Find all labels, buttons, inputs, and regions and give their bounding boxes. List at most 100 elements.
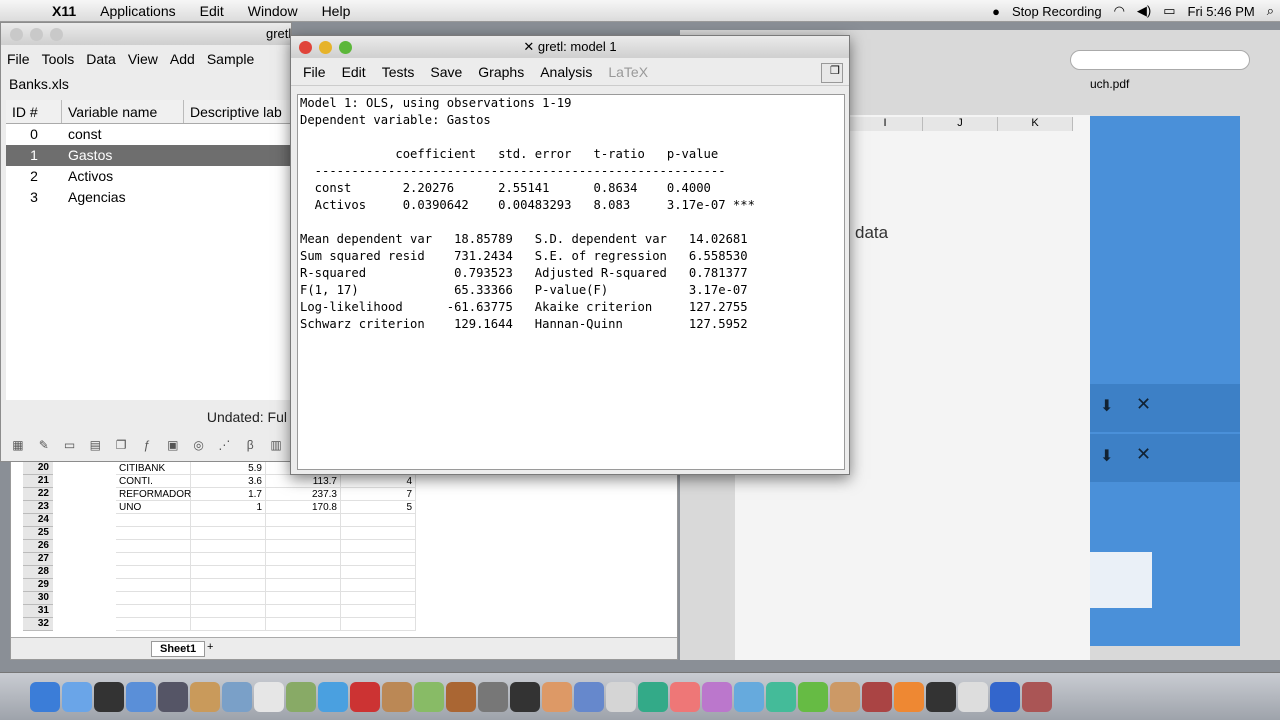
menu-help[interactable]: Help xyxy=(310,3,363,19)
sheet-cell[interactable] xyxy=(266,514,341,527)
sheet-cell[interactable] xyxy=(116,514,191,527)
add-sheet-icon[interactable]: + xyxy=(207,641,213,653)
row-header[interactable]: 20 xyxy=(23,462,53,475)
dock-app-icon[interactable] xyxy=(446,681,476,712)
dock-app-icon[interactable] xyxy=(30,681,60,712)
dock-app-icon[interactable] xyxy=(158,681,188,712)
dock-app-icon[interactable] xyxy=(350,681,380,712)
model-menu-tests[interactable]: Tests xyxy=(374,64,423,80)
sheet-cell[interactable] xyxy=(191,527,266,540)
dock-app-icon[interactable] xyxy=(926,681,956,712)
sheet-cell[interactable] xyxy=(341,527,416,540)
dock-app-icon[interactable] xyxy=(638,681,668,712)
pdf-icon[interactable]: ▣ xyxy=(162,438,184,456)
sheet-cell[interactable] xyxy=(341,514,416,527)
dock-app-icon[interactable] xyxy=(574,681,604,712)
column-header-k[interactable]: K xyxy=(998,117,1073,131)
sheet-tab[interactable]: Sheet1 xyxy=(151,641,206,657)
model-menu-file[interactable]: File xyxy=(295,64,334,80)
model-menu-analysis[interactable]: Analysis xyxy=(532,64,600,80)
zoom-button[interactable] xyxy=(339,41,352,54)
model-titlebar[interactable]: ✕ gretl: model 1 xyxy=(291,36,849,58)
stop-recording-icon[interactable]: ● xyxy=(986,4,1006,19)
column-header-i[interactable]: I xyxy=(848,117,923,131)
row-header[interactable]: 21 xyxy=(23,475,53,488)
model-menu-graphs[interactable]: Graphs xyxy=(470,64,532,80)
volume-icon[interactable]: ◀) xyxy=(1131,3,1157,19)
dock-app-icon[interactable] xyxy=(94,681,124,712)
sheet-cell[interactable]: 1.7 xyxy=(191,488,266,501)
beta-icon[interactable]: β xyxy=(239,438,261,456)
menu-applications[interactable]: Applications xyxy=(88,3,188,19)
minimize-button[interactable] xyxy=(319,41,332,54)
dock-app-icon[interactable] xyxy=(670,681,700,712)
sheet-cell[interactable] xyxy=(341,540,416,553)
dock-app-icon[interactable] xyxy=(126,681,156,712)
dock-app-icon[interactable] xyxy=(990,681,1020,712)
sheet-cell[interactable]: 5.9 xyxy=(191,462,266,475)
model-output[interactable]: Model 1: OLS, using observations 1-19 Dep… xyxy=(297,94,845,470)
row-header[interactable]: 22 xyxy=(23,488,53,501)
clock[interactable]: Fri 5:46 PM xyxy=(1182,4,1261,19)
dock-app-icon[interactable] xyxy=(862,681,892,712)
dock-app-icon[interactable] xyxy=(798,681,828,712)
sheet-cell[interactable]: CONTI. xyxy=(116,475,191,488)
main-menu-tools[interactable]: Tools xyxy=(36,51,81,67)
sheet-cell[interactable] xyxy=(266,605,341,618)
sheet-cell[interactable]: CITIBANK xyxy=(116,462,191,475)
dock-app-icon[interactable] xyxy=(606,681,636,712)
script-edit-icon[interactable]: ✎ xyxy=(33,438,55,456)
sheet-cell[interactable] xyxy=(116,527,191,540)
row-header[interactable]: 28 xyxy=(23,566,53,579)
sheet-cell[interactable] xyxy=(341,618,416,631)
table-icon[interactable]: ▥ xyxy=(265,438,287,456)
variable-row[interactable]: 0 const xyxy=(6,124,293,145)
calculator-icon[interactable]: ▦ xyxy=(7,438,29,456)
column-variable-name[interactable]: Variable name xyxy=(62,100,184,123)
sheet-cell[interactable]: 4 xyxy=(341,475,416,488)
model-menu-latex[interactable]: LaTeX xyxy=(600,64,656,80)
scatter-icon[interactable]: ⋰ xyxy=(214,438,236,456)
sheet-cell[interactable] xyxy=(341,553,416,566)
dock-app-icon[interactable] xyxy=(766,681,796,712)
dock-app-icon[interactable] xyxy=(1022,681,1052,712)
stop-recording-label[interactable]: Stop Recording xyxy=(1006,4,1108,19)
sheet-cell[interactable] xyxy=(191,579,266,592)
row-header[interactable]: 25 xyxy=(23,527,53,540)
close-icon[interactable]: ✕ xyxy=(1136,444,1151,465)
close-icon[interactable]: ✕ xyxy=(1136,394,1151,415)
download-icon[interactable]: ⬇ xyxy=(1100,396,1113,416)
model-menu-edit[interactable]: Edit xyxy=(334,64,374,80)
row-header[interactable]: 30 xyxy=(23,592,53,605)
function-icon[interactable]: ƒ xyxy=(136,438,158,456)
session-icon[interactable]: ▤ xyxy=(84,438,106,456)
row-header[interactable]: 32 xyxy=(23,618,53,631)
sheet-cell[interactable] xyxy=(191,540,266,553)
search-field[interactable] xyxy=(1070,50,1250,70)
sheet-cell[interactable] xyxy=(116,592,191,605)
sheet-cell[interactable] xyxy=(191,592,266,605)
menu-window[interactable]: Window xyxy=(236,3,310,19)
variable-row[interactable]: 3 Agencias xyxy=(6,187,293,208)
sheet-cell[interactable] xyxy=(341,566,416,579)
sheet-cell[interactable]: REFORMADOR xyxy=(116,488,191,501)
dock-app-icon[interactable] xyxy=(318,681,348,712)
sheet-cell[interactable] xyxy=(116,605,191,618)
detach-icon[interactable]: ❐ xyxy=(821,63,843,83)
sheet-cell[interactable] xyxy=(341,579,416,592)
main-menu-file[interactable]: File xyxy=(1,51,36,67)
sheet-cell[interactable] xyxy=(191,514,266,527)
pdf-filename[interactable]: uch.pdf xyxy=(1090,73,1250,95)
sheet-cell[interactable] xyxy=(266,566,341,579)
variable-row[interactable]: 2 Activos xyxy=(6,166,293,187)
row-header[interactable]: 24 xyxy=(23,514,53,527)
windows-icon[interactable]: ❐ xyxy=(110,438,132,456)
dock-app-icon[interactable] xyxy=(542,681,572,712)
menu-app[interactable]: X11 xyxy=(40,3,88,19)
menu-edit[interactable]: Edit xyxy=(188,3,236,19)
sheet-cell[interactable]: 3.6 xyxy=(191,475,266,488)
sheet-cell[interactable] xyxy=(266,592,341,605)
sheet-cell[interactable] xyxy=(191,605,266,618)
sheet-cell[interactable]: 1 xyxy=(191,501,266,514)
sheet-cell[interactable] xyxy=(341,605,416,618)
